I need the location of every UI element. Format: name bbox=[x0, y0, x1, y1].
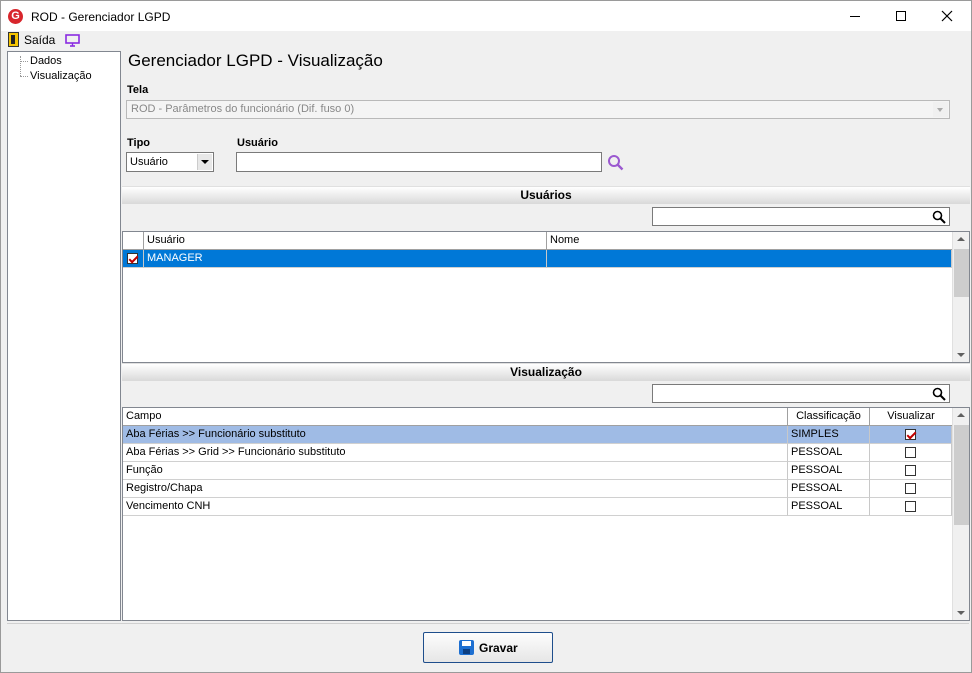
search-icon bbox=[932, 210, 946, 224]
visualizar-checkbox[interactable] bbox=[905, 447, 916, 458]
floppy-disk-icon bbox=[459, 640, 474, 655]
visualizar-cell bbox=[870, 462, 952, 480]
table-row[interactable]: MANAGER bbox=[123, 250, 952, 268]
tela-label: Tela bbox=[127, 84, 149, 96]
menu-bar: Saída bbox=[1, 31, 971, 49]
tree-item-dados[interactable]: Dados bbox=[30, 55, 62, 67]
app-logo-icon: G bbox=[8, 9, 23, 24]
search-icon bbox=[932, 387, 946, 401]
tela-select-value: ROD - Parâmetros do funcionário (Dif. fu… bbox=[131, 103, 355, 115]
maximize-button[interactable] bbox=[878, 1, 924, 31]
fields-filter-box[interactable] bbox=[652, 384, 950, 403]
classificacao-cell: PESSOAL bbox=[788, 444, 870, 462]
tipo-select[interactable]: Usuário bbox=[126, 152, 214, 172]
users-filter-box[interactable] bbox=[652, 207, 950, 226]
users-grid: Usuário Nome MANAGER bbox=[122, 231, 970, 363]
table-row[interactable]: Vencimento CNH PESSOAL bbox=[123, 498, 952, 516]
chevron-down-icon bbox=[933, 102, 948, 117]
scroll-thumb[interactable] bbox=[954, 425, 969, 525]
campo-cell: Aba Férias >> Grid >> Funcionário substi… bbox=[123, 444, 788, 462]
table-row[interactable]: Função PESSOAL bbox=[123, 462, 952, 480]
window-title: ROD - Gerenciador LGPD bbox=[31, 10, 171, 24]
scroll-down-icon[interactable] bbox=[957, 611, 965, 615]
close-button[interactable] bbox=[924, 1, 970, 31]
page-title: Gerenciador LGPD - Visualização bbox=[128, 51, 383, 70]
campo-cell: Vencimento CNH bbox=[123, 498, 788, 516]
save-button-label: Gravar bbox=[479, 641, 518, 655]
users-grid-header: Usuário Nome bbox=[123, 232, 952, 250]
tree-connector bbox=[20, 76, 28, 77]
column-header-nome[interactable]: Nome bbox=[547, 232, 952, 250]
visualizar-cell bbox=[870, 444, 952, 462]
minimize-icon bbox=[850, 16, 860, 17]
view-section-header: Visualização bbox=[122, 363, 970, 381]
user-name-cell bbox=[547, 250, 952, 268]
table-row[interactable]: Aba Férias >> Grid >> Funcionário substi… bbox=[123, 444, 952, 462]
visualizar-checkbox[interactable] bbox=[905, 465, 916, 476]
classificacao-cell: PESSOAL bbox=[788, 480, 870, 498]
row-check-cell bbox=[123, 250, 144, 268]
users-section-header: Usuários bbox=[122, 186, 970, 204]
minimize-button[interactable] bbox=[832, 1, 878, 31]
user-checkbox[interactable] bbox=[127, 253, 138, 264]
navigation-tree: Dados Visualização bbox=[7, 51, 121, 621]
title-bar: G ROD - Gerenciador LGPD bbox=[1, 1, 971, 31]
classificacao-cell: SIMPLES bbox=[788, 426, 870, 444]
usuario-label: Usuário bbox=[237, 137, 278, 149]
classificacao-cell: PESSOAL bbox=[788, 462, 870, 480]
visualizar-cell bbox=[870, 480, 952, 498]
usuario-input[interactable] bbox=[236, 152, 602, 172]
app-window: G ROD - Gerenciador LGPD Saída Dados Vis… bbox=[0, 0, 972, 673]
exit-door-icon[interactable] bbox=[8, 32, 19, 47]
visualizar-cell bbox=[870, 498, 952, 516]
tree-item-visualizacao[interactable]: Visualização bbox=[30, 70, 92, 82]
column-header-visualizar[interactable]: Visualizar bbox=[870, 408, 952, 426]
visualizar-cell bbox=[870, 426, 952, 444]
user-search-icon[interactable] bbox=[607, 154, 624, 171]
tipo-label: Tipo bbox=[127, 137, 151, 149]
visualizar-checkbox[interactable] bbox=[905, 429, 916, 440]
scroll-down-icon[interactable] bbox=[957, 353, 965, 357]
table-row[interactable]: Registro/Chapa PESSOAL bbox=[123, 480, 952, 498]
monitor-icon[interactable] bbox=[65, 34, 80, 47]
tree-connector bbox=[20, 61, 28, 62]
scroll-thumb[interactable] bbox=[954, 249, 969, 297]
exit-menu-item[interactable]: Saída bbox=[24, 33, 55, 47]
table-row[interactable]: Aba Férias >> Funcionário substituto SIM… bbox=[123, 426, 952, 444]
fields-grid: Campo Classificação Visualizar Aba Féria… bbox=[122, 407, 970, 621]
tela-select[interactable]: ROD - Parâmetros do funcionário (Dif. fu… bbox=[126, 100, 950, 119]
user-login-cell: MANAGER bbox=[144, 250, 547, 268]
campo-cell: Função bbox=[123, 462, 788, 480]
campo-cell: Aba Férias >> Funcionário substituto bbox=[123, 426, 788, 444]
fields-grid-header: Campo Classificação Visualizar bbox=[123, 408, 952, 426]
campo-cell: Registro/Chapa bbox=[123, 480, 788, 498]
column-header-classificacao[interactable]: Classificação bbox=[788, 408, 870, 426]
classificacao-cell: PESSOAL bbox=[788, 498, 870, 516]
column-header-check[interactable] bbox=[123, 232, 144, 250]
column-header-campo[interactable]: Campo bbox=[123, 408, 788, 426]
visualizar-checkbox[interactable] bbox=[905, 483, 916, 494]
visualizar-checkbox[interactable] bbox=[905, 501, 916, 512]
fields-scrollbar[interactable] bbox=[952, 408, 969, 620]
close-icon bbox=[941, 10, 953, 22]
users-scrollbar[interactable] bbox=[952, 232, 969, 362]
column-header-usuario[interactable]: Usuário bbox=[144, 232, 547, 250]
save-button[interactable]: Gravar bbox=[423, 632, 553, 663]
chevron-down-icon bbox=[197, 154, 212, 170]
scroll-up-icon[interactable] bbox=[957, 413, 965, 417]
maximize-icon bbox=[896, 11, 906, 21]
scroll-up-icon[interactable] bbox=[957, 237, 965, 241]
tree-connector bbox=[20, 56, 21, 76]
tipo-select-value: Usuário bbox=[130, 156, 168, 168]
